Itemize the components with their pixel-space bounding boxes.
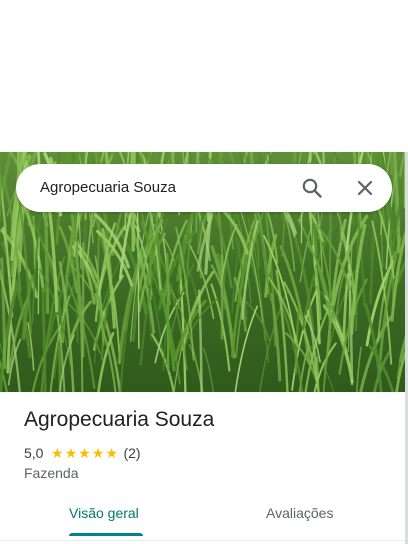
tab-reviews-label: Avaliações — [266, 505, 334, 521]
place-panel: Agropecuaria Souza Agropecuaria Souza 5,… — [0, 0, 408, 544]
tab-reviews[interactable]: Avaliações — [266, 496, 338, 536]
star-rating: ★ ★ ★ ★ ★ — [50, 446, 118, 460]
close-icon[interactable] — [353, 176, 377, 200]
active-tab-indicator — [69, 533, 143, 536]
rating-row: 5,0 ★ ★ ★ ★ ★ (2) — [24, 445, 141, 461]
star-icon: ★ — [91, 445, 105, 461]
tab-bar: Visão geral Avaliações — [0, 496, 405, 536]
search-box[interactable]: Agropecuaria Souza — [16, 164, 392, 212]
star-icon: ★ — [50, 445, 64, 461]
search-icon[interactable] — [300, 176, 324, 200]
star-icon: ★ — [105, 445, 118, 461]
tab-overview[interactable]: Visão geral — [69, 496, 143, 536]
rating-value: 5,0 — [24, 445, 44, 461]
place-title: Agropecuaria Souza — [24, 408, 215, 431]
place-category[interactable]: Fazenda — [24, 465, 78, 481]
review-count-link[interactable]: (2) — [123, 445, 140, 461]
divider — [0, 540, 405, 541]
star-icon: ★ — [64, 445, 78, 461]
grass-blade — [37, 236, 40, 315]
tab-overview-label: Visão geral — [69, 505, 139, 521]
star-icon: ★ — [78, 445, 91, 461]
search-input[interactable]: Agropecuaria Souza — [40, 179, 176, 196]
